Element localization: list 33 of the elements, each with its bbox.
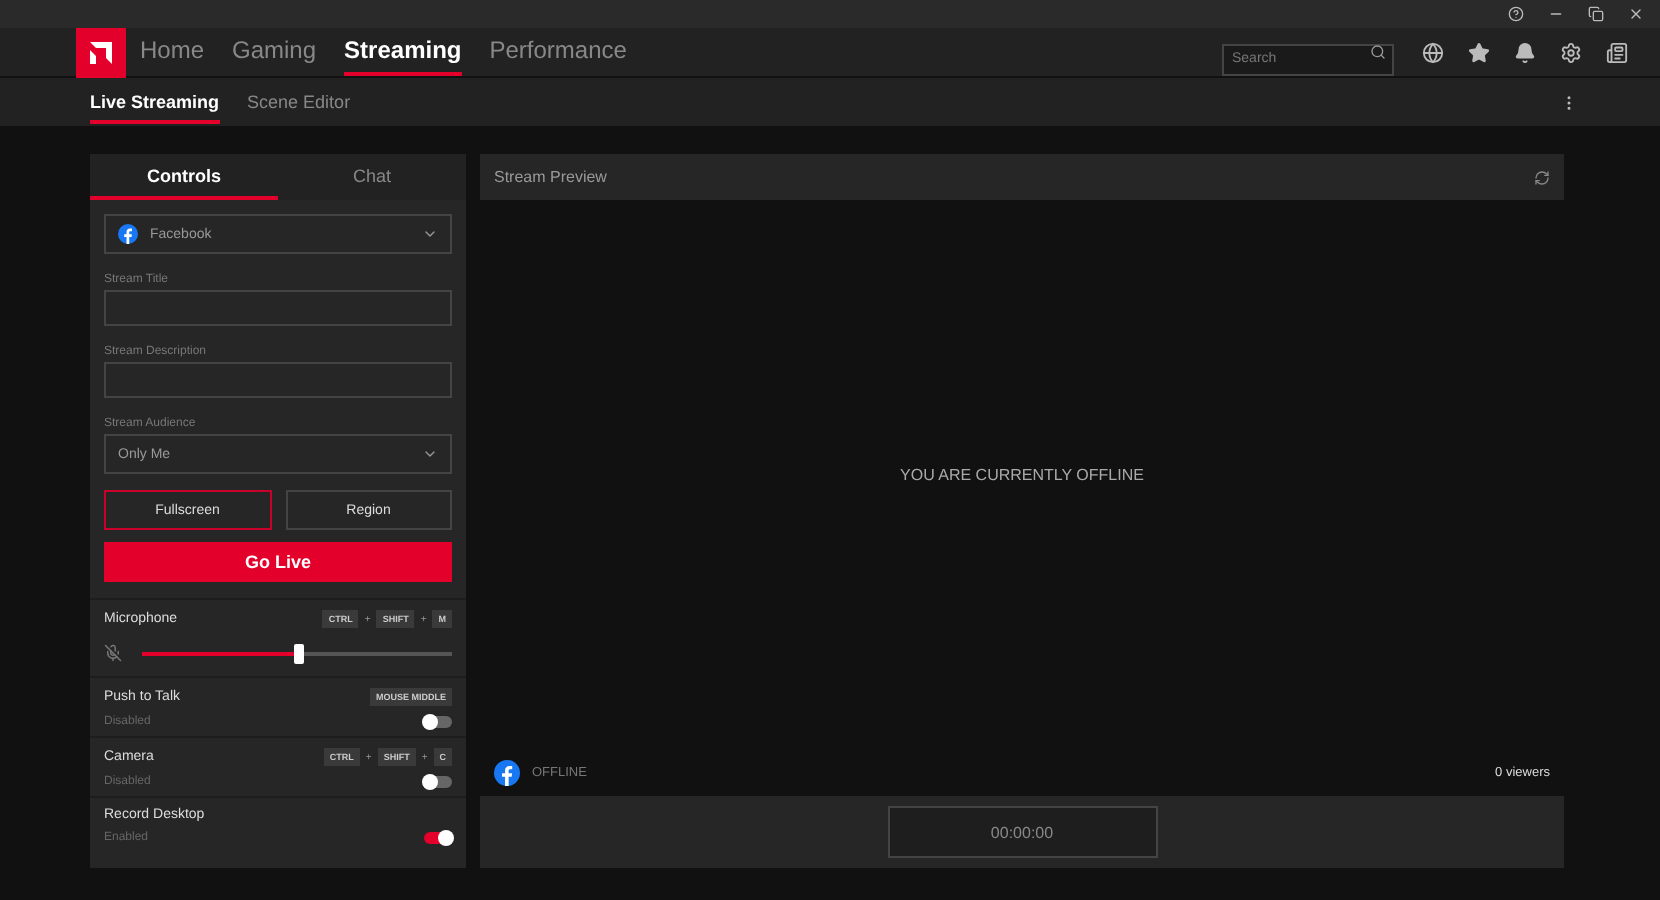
panel-tab[interactable]: Controls: [90, 154, 278, 200]
muted-microphone-icon[interactable]: [104, 644, 122, 662]
toggle-switch[interactable]: [424, 832, 452, 844]
settings-icon[interactable]: [1560, 41, 1582, 63]
input-field[interactable]: [104, 362, 452, 398]
sub-tab[interactable]: Scene Editor: [247, 81, 351, 123]
bell-icon[interactable]: [1514, 41, 1536, 63]
preview-title: Stream Preview: [494, 168, 607, 186]
input-field[interactable]: [104, 290, 452, 326]
search-icon[interactable]: [1370, 44, 1386, 60]
chevron-icon: [422, 226, 438, 242]
close-icon[interactable]: [1628, 6, 1644, 22]
toggle-switch[interactable]: [424, 716, 452, 728]
news-icon[interactable]: [1606, 41, 1628, 63]
stream-timer: 00:00:00: [887, 806, 1157, 858]
star-icon[interactable]: [1468, 41, 1490, 63]
nav-tab[interactable]: Gaming: [232, 28, 317, 76]
toggle-switch[interactable]: [424, 776, 452, 788]
facebook-icon: [494, 759, 520, 785]
nav-tab[interactable]: Home: [140, 28, 205, 76]
slider-thumb[interactable]: [293, 643, 303, 663]
logo-icon[interactable]: [76, 27, 126, 77]
nav-tab[interactable]: Performance: [489, 28, 627, 76]
panel-tab[interactable]: Chat: [278, 154, 466, 200]
globe-icon[interactable]: [1422, 41, 1444, 63]
chevron-icon: [422, 446, 438, 462]
refresh-icon[interactable]: [1534, 169, 1550, 185]
restore-icon[interactable]: [1588, 6, 1604, 22]
go-live-button[interactable]: Go Live: [104, 542, 452, 582]
facebook-icon: [118, 224, 138, 244]
sub-tab[interactable]: Live Streaming: [90, 81, 220, 123]
help-icon[interactable]: [1508, 6, 1524, 22]
offline-message: YOU ARE CURRENTLY OFFLINE: [900, 465, 1144, 483]
